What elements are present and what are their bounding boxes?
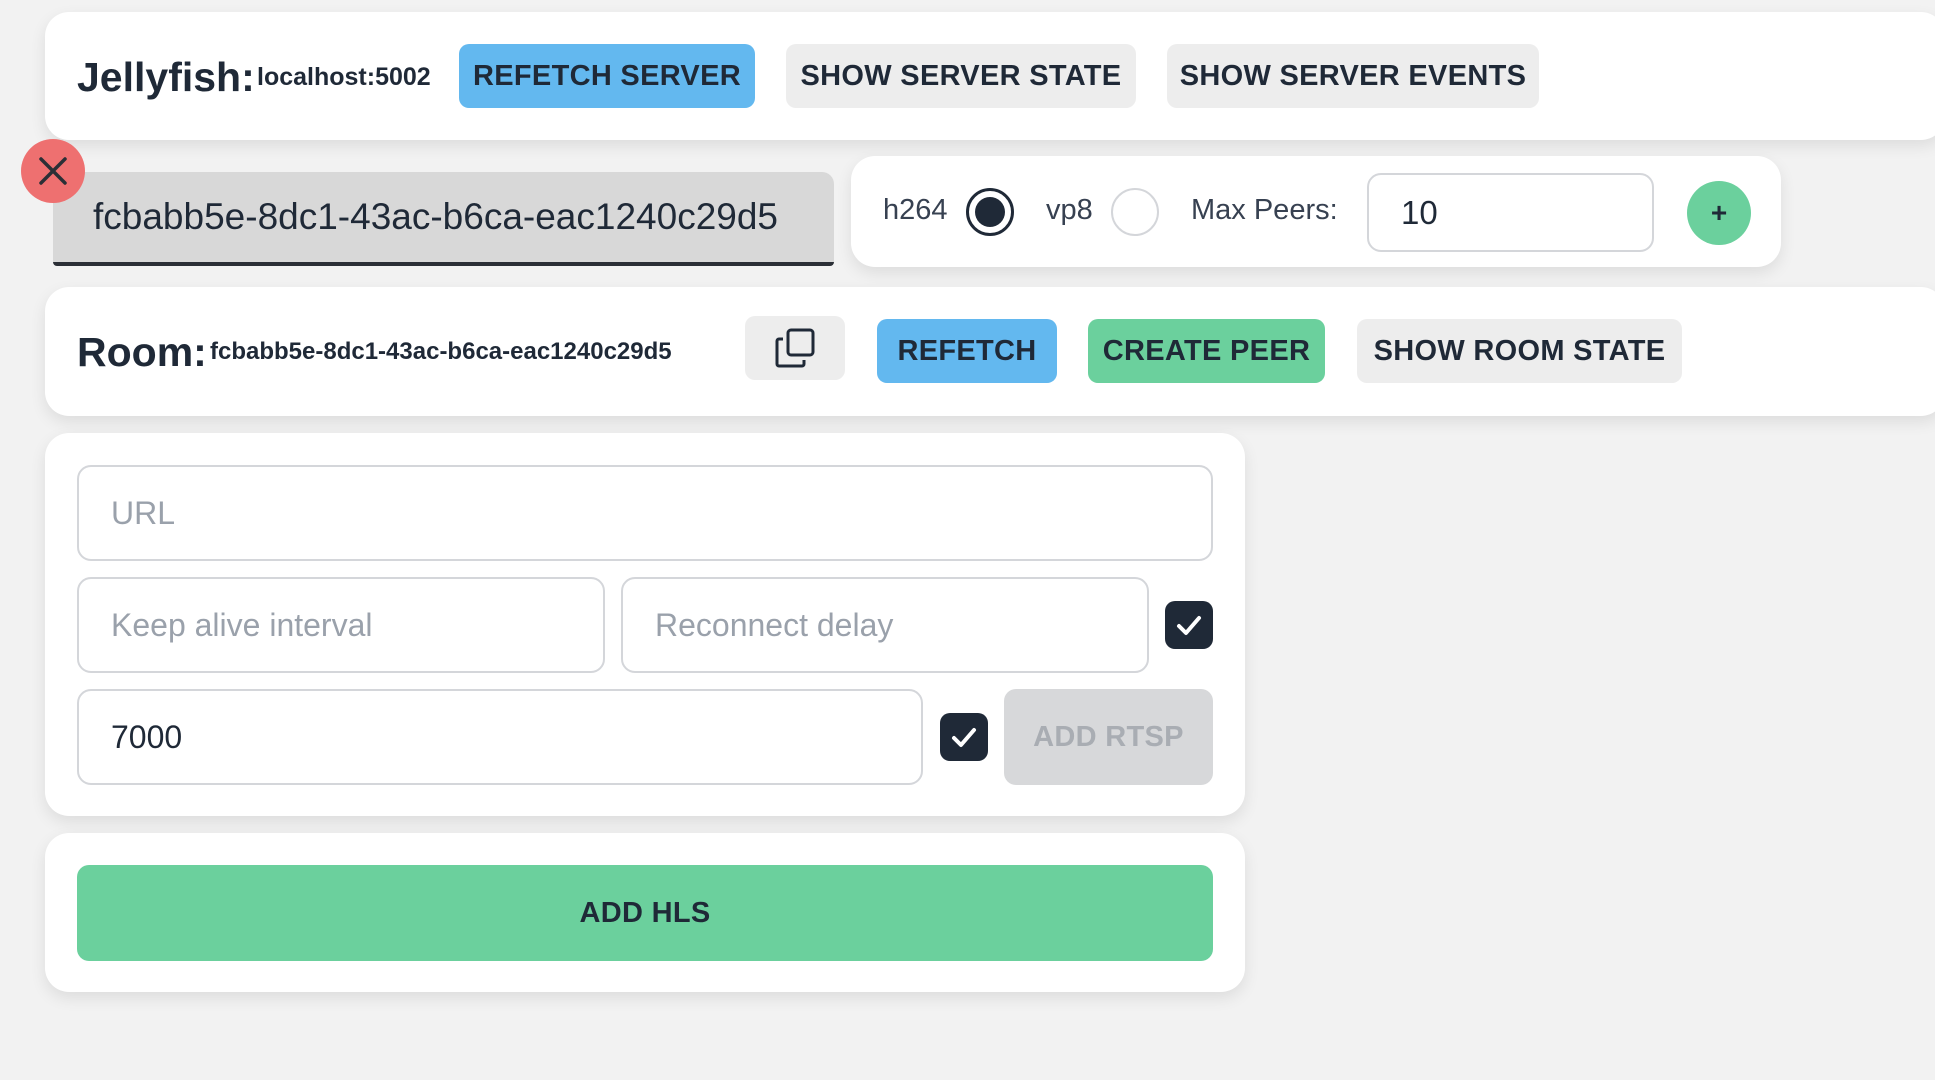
server-host: localhost:5002: [257, 63, 431, 91]
port-checkbox[interactable]: [940, 713, 988, 761]
refetch-room-button[interactable]: REFETCH: [877, 319, 1057, 383]
server-bar: Jellyfish: localhost:5002 REFETCH SERVER…: [45, 12, 1935, 140]
copy-icon: [775, 328, 815, 368]
show-room-state-button[interactable]: SHOW ROOM STATE: [1357, 319, 1682, 383]
room-id: fcbabb5e-8dc1-43ac-b6ca-eac1240c29d5: [210, 338, 672, 365]
room-bar: Room: fcbabb5e-8dc1-43ac-b6ca-eac1240c29…: [45, 287, 1935, 416]
plus-icon: +: [1710, 197, 1728, 228]
create-peer-button[interactable]: CREATE PEER: [1088, 319, 1325, 383]
max-peers-input[interactable]: [1367, 173, 1654, 252]
hls-panel: ADD HLS: [45, 833, 1245, 992]
url-input[interactable]: [77, 465, 1213, 561]
refetch-server-button[interactable]: REFETCH SERVER: [459, 44, 755, 108]
codec-vp8-label: vp8: [1046, 194, 1093, 226]
max-peers-label: Max Peers:: [1191, 194, 1338, 226]
check-icon: [952, 728, 976, 747]
room-options-panel: h264 vp8 Max Peers: +: [851, 156, 1781, 267]
codec-h264-label: h264: [883, 194, 948, 226]
add-rtsp-button[interactable]: ADD RTSP: [1004, 689, 1213, 785]
add-hls-button[interactable]: ADD HLS: [77, 865, 1213, 961]
copy-room-id-button[interactable]: [745, 316, 845, 380]
rtsp-panel: ADD RTSP: [45, 433, 1245, 816]
show-server-events-button[interactable]: SHOW SERVER EVENTS: [1167, 44, 1539, 108]
radio-dot: [975, 197, 1005, 227]
room-tab[interactable]: fcbabb5e-8dc1-43ac-b6ca-eac1240c29d5: [53, 172, 834, 266]
room-title: Room:: [77, 329, 207, 375]
codec-vp8-radio[interactable]: [1111, 188, 1159, 236]
add-room-button[interactable]: +: [1687, 181, 1751, 245]
check-icon: [1177, 616, 1201, 635]
close-room-button[interactable]: [21, 139, 85, 203]
close-icon: [39, 157, 67, 185]
codec-h264-radio[interactable]: [966, 188, 1014, 236]
port-input[interactable]: [77, 689, 923, 785]
reconnect-delay-input[interactable]: [621, 577, 1149, 673]
show-server-state-button[interactable]: SHOW SERVER STATE: [786, 44, 1136, 108]
reconnect-checkbox[interactable]: [1165, 601, 1213, 649]
room-tab-id: fcbabb5e-8dc1-43ac-b6ca-eac1240c29d5: [93, 196, 779, 237]
server-title: Jellyfish:: [77, 54, 255, 100]
keep-alive-interval-input[interactable]: [77, 577, 605, 673]
